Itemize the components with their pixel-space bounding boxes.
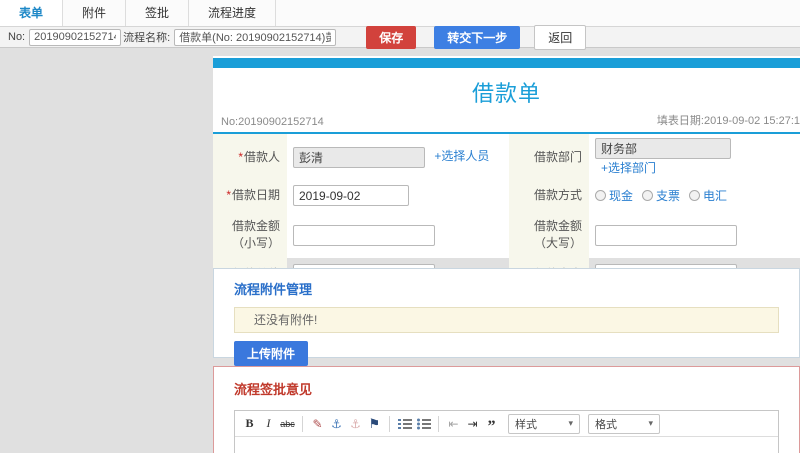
radio-cheque[interactable]: 支票 — [642, 187, 680, 204]
accent-bar-top — [213, 58, 800, 68]
radio-icon[interactable] — [689, 190, 701, 201]
approval-panel: 流程签批意见 B I abc ✎ ⚓ ⚓ ⚑ ⇤ ⇥ ” 样式 ▾ 格式 ▾ — [213, 366, 800, 453]
no-input[interactable] — [29, 28, 122, 46]
amount-lower-label-cell: 借款金额（小写） — [213, 211, 287, 259]
borrower-input[interactable] — [293, 146, 425, 168]
tab-bar: 表单 附件 签批 流程进度 — [0, 0, 800, 27]
editor-toolbar: B I abc ✎ ⚓ ⚓ ⚑ ⇤ ⇥ ” 样式 ▾ 格式 ▾ — [235, 411, 778, 437]
radio-icon[interactable] — [642, 190, 654, 201]
save-button[interactable]: 保存 — [366, 25, 417, 49]
amount-lower-label: 借款金额（小写） — [231, 219, 280, 250]
tab-form[interactable]: 表单 — [0, 0, 64, 26]
amount-upper-field-cell — [589, 211, 800, 259]
ordered-list-icon[interactable] — [396, 415, 413, 433]
chevron-down-icon: ▾ — [568, 418, 573, 428]
table-row: *借款人 +选择人员 借款部门 +选择部门 — [213, 134, 800, 180]
amount-lower-input[interactable] — [293, 224, 435, 246]
command-bar: No: 流程名称: 保存 转交下一步 返回 — [0, 24, 800, 50]
remove-format-icon[interactable]: ✎ — [309, 415, 326, 433]
form-meta-row: No:20190902152714 填表日期:2019-09-02 15:27:… — [213, 112, 800, 134]
blockquote-icon[interactable]: ” — [483, 415, 500, 434]
method-field-cell: 现金 支票 电汇 — [589, 180, 800, 211]
fill-date: 填表日期:2019-09-02 15:27:1 — [656, 115, 800, 127]
radio-icon[interactable] — [595, 190, 606, 201]
radio-wire-transfer-label: 电汇 — [703, 189, 728, 203]
editor-content-area[interactable] — [235, 437, 778, 453]
borrower-label-cell: *借款人 — [213, 134, 287, 180]
table-row: 借款金额（小写） 借款金额（大写） — [213, 211, 800, 259]
bold-icon[interactable]: B — [241, 415, 258, 433]
amount-upper-label-cell: 借款金额（大写） — [509, 211, 589, 259]
flag-icon[interactable]: ⚑ — [366, 415, 383, 433]
bullet-list-icon[interactable] — [415, 415, 432, 433]
flow-name-input[interactable] — [174, 28, 337, 46]
attachments-panel: 流程附件管理 还没有附件! 上传附件 — [213, 268, 800, 366]
chevron-down-icon: ▾ — [648, 418, 653, 428]
toolbar-separator — [302, 415, 303, 432]
tab-approval[interactable]: 签批 — [126, 0, 190, 26]
department-label-cell: 借款部门 — [509, 134, 589, 180]
loan-form-panel: 借款单 No:20190902152714 填表日期:2019-09-02 15… — [213, 56, 800, 295]
required-mark: * — [238, 149, 243, 164]
strikethrough-icon[interactable]: abc — [279, 415, 296, 433]
loan-date-label: 借款日期 — [231, 188, 280, 202]
italic-icon[interactable]: I — [260, 415, 277, 433]
borrower-field-cell: +选择人员 — [287, 134, 509, 180]
doc-number: No:20190902152714 — [221, 116, 324, 128]
link-icon[interactable]: ⚓ — [328, 415, 345, 433]
table-row: *借款日期 借款方式 现金 支票 — [213, 180, 800, 211]
loan-date-field-cell — [287, 180, 509, 211]
department-label: 借款部门 — [533, 149, 582, 164]
required-mark: * — [226, 188, 231, 202]
amount-upper-label: 借款金额（大写） — [533, 219, 582, 250]
select-department-link[interactable]: +选择部门 — [601, 161, 656, 175]
approval-title: 流程签批意见 — [234, 382, 313, 397]
unlink-icon[interactable]: ⚓ — [347, 415, 364, 433]
amount-upper-input[interactable] — [595, 224, 737, 246]
tab-process-progress[interactable]: 流程进度 — [189, 0, 277, 26]
department-field-cell: +选择部门 — [589, 134, 800, 180]
loan-date-input[interactable] — [293, 185, 409, 206]
radio-wire-transfer[interactable]: 电汇 — [689, 187, 727, 204]
style-dropdown-label: 样式 — [515, 418, 537, 431]
back-button[interactable]: 返回 — [534, 24, 587, 50]
form-title: 借款单 — [471, 81, 541, 106]
format-dropdown-label: 格式 — [595, 418, 617, 431]
flow-name-label: 流程名称: — [123, 32, 171, 44]
radio-cheque-label: 支票 — [656, 189, 681, 203]
borrower-label: 借款人 — [243, 149, 280, 164]
radio-cash[interactable]: 现金 — [595, 187, 633, 204]
attachments-title: 流程附件管理 — [234, 282, 313, 297]
no-attachments-message: 还没有附件! — [234, 307, 779, 333]
tab-attachments[interactable]: 附件 — [63, 0, 127, 26]
format-dropdown[interactable]: 格式 ▾ — [588, 413, 660, 434]
rich-text-editor: B I abc ✎ ⚓ ⚓ ⚑ ⇤ ⇥ ” 样式 ▾ 格式 ▾ — [234, 410, 779, 453]
loan-form-table: *借款人 +选择人员 借款部门 +选择部门 *借款日期 借款方式 — [213, 134, 800, 290]
toolbar-separator — [389, 415, 390, 432]
indent-icon[interactable]: ⇥ — [464, 415, 481, 433]
toolbar-separator — [438, 415, 439, 432]
loan-date-label-cell: *借款日期 — [213, 180, 287, 211]
forward-next-step-button[interactable]: 转交下一步 — [434, 25, 521, 49]
upload-attachment-button[interactable]: 上传附件 — [234, 341, 309, 366]
method-label-cell: 借款方式 — [509, 180, 589, 211]
select-person-link[interactable]: +选择人员 — [434, 149, 489, 163]
amount-lower-field-cell — [287, 211, 509, 259]
method-label: 借款方式 — [533, 188, 582, 202]
style-dropdown[interactable]: 样式 ▾ — [508, 413, 580, 434]
method-radio-group: 现金 支票 电汇 — [595, 187, 794, 204]
radio-cash-label: 现金 — [609, 189, 634, 203]
department-input[interactable] — [595, 138, 731, 159]
outdent-icon[interactable]: ⇤ — [445, 415, 462, 433]
no-label: No: — [8, 31, 26, 43]
